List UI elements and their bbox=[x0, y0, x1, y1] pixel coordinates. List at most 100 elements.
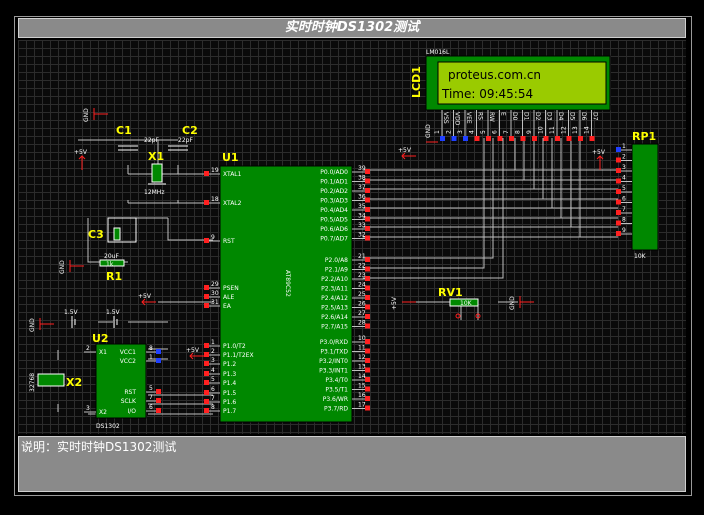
pin-state-indicator bbox=[156, 349, 161, 354]
mcu-pin-number: 21 bbox=[358, 253, 366, 260]
pin-state-indicator bbox=[156, 389, 161, 394]
mcu-pin-number: 19 bbox=[211, 167, 219, 174]
mcu-pin-name: EA bbox=[223, 303, 232, 310]
mcu-pin-name: P1.2 bbox=[223, 361, 236, 368]
pin-state-indicator bbox=[365, 257, 370, 262]
mcu-pin-number: 14 bbox=[358, 373, 366, 380]
mcu-pin-number: 18 bbox=[211, 196, 219, 203]
lcd-pin-number: 13 bbox=[572, 126, 579, 134]
pin-state-indicator bbox=[616, 168, 621, 173]
rp1-ref: RP1 bbox=[632, 130, 656, 143]
lcd-pin-number: 2 bbox=[446, 130, 453, 134]
lcd-pin-number: 14 bbox=[584, 126, 591, 134]
rtc-pin-name: VCC2 bbox=[120, 358, 136, 365]
mcu-pin-name: P2.6/A14 bbox=[321, 314, 348, 321]
mcu-pin-number: 35 bbox=[358, 203, 366, 210]
pin-state-indicator bbox=[509, 136, 514, 141]
lcd-pin-number: 6 bbox=[492, 130, 499, 134]
x1-value: 12MHz bbox=[144, 189, 164, 196]
pin-state-indicator bbox=[365, 178, 370, 184]
lcd-pin-name: D5 bbox=[569, 112, 576, 121]
resistor-r1[interactable]: 1k R1 bbox=[99, 259, 125, 283]
rp1-pin-number: 4 bbox=[622, 175, 626, 182]
lcd-pin-number: 4 bbox=[469, 130, 476, 134]
mcu-pin-number: 32 bbox=[358, 232, 366, 239]
rtc-ref: U2 bbox=[92, 332, 109, 345]
pin-state-indicator bbox=[156, 358, 161, 363]
pin-state-indicator bbox=[365, 367, 370, 373]
rp1-value: 10K bbox=[634, 253, 647, 260]
rv1-ref: RV1 bbox=[438, 286, 463, 299]
rp1-body[interactable] bbox=[631, 143, 659, 251]
pin-state-indicator bbox=[365, 188, 370, 193]
lcd-model: LM016L bbox=[426, 49, 450, 56]
mcu-pin-number: 37 bbox=[358, 184, 366, 191]
mcu-pin-number: 4 bbox=[211, 367, 215, 374]
pin-state-indicator bbox=[578, 136, 583, 141]
mcu-pin-name: P0.6/AD6 bbox=[320, 226, 348, 233]
pin-state-indicator bbox=[204, 408, 209, 413]
capacitor-c1[interactable]: C1 22pF bbox=[116, 124, 159, 151]
mcu-pin-name: P0.4/AD4 bbox=[320, 207, 348, 214]
pin-state-indicator bbox=[486, 136, 491, 141]
mcu-part: AT89C52 bbox=[284, 270, 291, 297]
mcu-pin-name: P1.7 bbox=[223, 408, 236, 415]
lcd-pin-number: 3 bbox=[457, 130, 464, 134]
pin-state-indicator bbox=[204, 343, 209, 348]
rp1-pin-number: 9 bbox=[622, 227, 626, 234]
lcd-pin-name: D1 bbox=[523, 112, 530, 121]
pin-state-indicator bbox=[365, 304, 370, 310]
mcu-pin-number: 36 bbox=[358, 194, 366, 201]
mcu-pin-number: 38 bbox=[358, 175, 366, 182]
battery-2[interactable]: 1.5V bbox=[106, 309, 121, 328]
rtc-pin-number: 3 bbox=[86, 405, 90, 412]
pin-state-indicator bbox=[616, 199, 621, 205]
mcu-pin-name: P2.3/A11 bbox=[321, 286, 348, 293]
mcu-pin-name: P3.4/T0 bbox=[325, 377, 348, 384]
schematic-canvas[interactable]: U1 AT89C52 19 XTAL1 18 XTAL2 9 RST 29 PSEN 30 ALE… bbox=[18, 40, 686, 434]
mcu-pin-number: 24 bbox=[358, 282, 366, 289]
rtc-pin-number: 8 bbox=[149, 345, 153, 352]
rtc-pin-number: 5 bbox=[149, 385, 153, 392]
mcu-pin-number: 16 bbox=[358, 392, 366, 399]
mcu-pin-number: 13 bbox=[358, 364, 366, 371]
vcc-label: +5V bbox=[186, 347, 200, 354]
mcu-pin-name: P0.1/AD1 bbox=[320, 179, 348, 186]
lcd-pin-number: 12 bbox=[561, 126, 568, 134]
mcu-pin-number: 9 bbox=[211, 234, 215, 241]
c2-ref: C2 bbox=[182, 124, 198, 137]
description-panel: 说明：实时时钟DS1302测试 bbox=[18, 436, 686, 492]
gnd-label: GND bbox=[509, 296, 516, 310]
capacitor-c2[interactable]: C2 22pF bbox=[168, 124, 198, 151]
pin-state-indicator bbox=[451, 136, 457, 141]
mcu-pin-name: XTAL2 bbox=[223, 200, 242, 207]
crystal-x1[interactable]: X1 12MHz bbox=[144, 150, 166, 196]
gnd-label: GND bbox=[29, 318, 36, 332]
rtc-pin-number: 6 bbox=[149, 404, 153, 411]
rtc-pin-number: 2 bbox=[86, 345, 90, 352]
lcd-line1: proteus.com.cn bbox=[448, 68, 541, 82]
lcd-pin-name: E bbox=[500, 112, 507, 116]
rtc-pin-number: 7 bbox=[149, 394, 153, 401]
pin-state-indicator bbox=[156, 408, 161, 413]
description-text: 说明：实时时钟DS1302测试 bbox=[21, 440, 177, 454]
lcd-pin-name: VEE bbox=[465, 112, 472, 124]
mcu-pin-name: P3.1/TXD bbox=[320, 349, 348, 356]
schematic-title: 实时时钟DS1302测试 bbox=[18, 18, 686, 38]
mcu-pin-number: 15 bbox=[358, 383, 366, 390]
pin-state-indicator bbox=[616, 178, 621, 184]
lcd-pin-name: VSS bbox=[442, 112, 449, 124]
mcu-pin-number: 31 bbox=[211, 299, 219, 306]
pin-state-indicator bbox=[365, 216, 370, 222]
vcc-label: +5V bbox=[138, 293, 152, 300]
mcu-pin-name: P3.5/T1 bbox=[325, 387, 348, 394]
battery-1[interactable]: 1.5V bbox=[64, 309, 79, 328]
mcu-pin-number: 1 bbox=[211, 339, 215, 346]
pin-state-indicator bbox=[497, 136, 503, 141]
mcu-pin-name: P1.3 bbox=[223, 371, 236, 378]
mcu-pin-number: 23 bbox=[358, 272, 366, 279]
pin-state-indicator bbox=[204, 361, 209, 366]
crystal-x2[interactable]: X2 32768 bbox=[29, 373, 82, 392]
pin-state-indicator bbox=[204, 399, 209, 404]
capacitor-c3[interactable]: C3 20uF bbox=[88, 217, 137, 260]
